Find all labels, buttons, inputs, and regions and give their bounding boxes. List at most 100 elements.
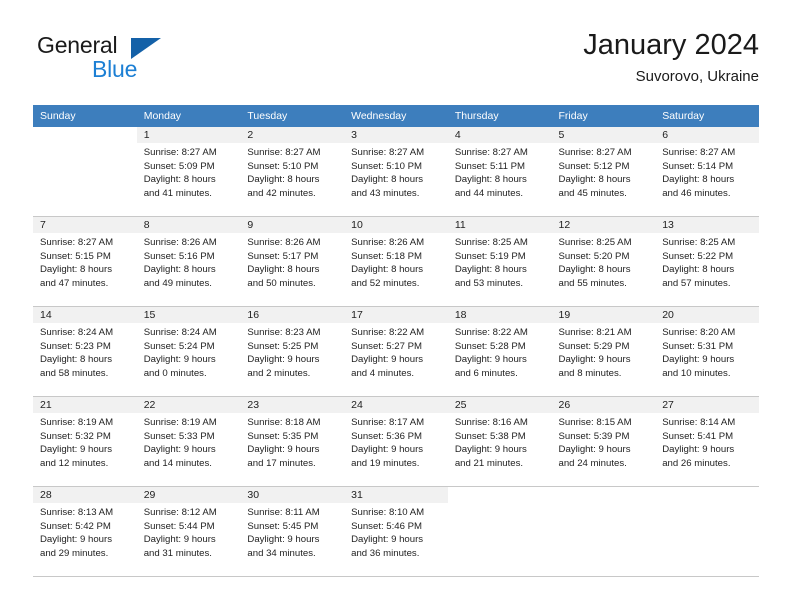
weekday-header-friday: Friday (551, 105, 656, 127)
day-details: Sunrise: 8:26 AM Sunset: 5:16 PM Daylight:… (137, 233, 241, 290)
calendar-day-cell[interactable]: 27 Sunrise: 8:14 AM Sunset: 5:41 PM Dayligh… (655, 396, 759, 487)
sunrise-text: Sunrise: 8:26 AM (351, 237, 425, 248)
day-number (552, 487, 656, 503)
weekday-header-monday: Monday (136, 105, 241, 127)
calendar-day-cell[interactable]: 29 Sunrise: 8:12 AM Sunset: 5:44 PM Dayligh… (136, 486, 241, 577)
day-number: 20 (655, 307, 759, 323)
calendar-day-cell[interactable]: 13 Sunrise: 8:25 AM Sunset: 5:22 PM Dayligh… (655, 216, 759, 307)
day-cell-inner: 6 Sunrise: 8:27 AM Sunset: 5:14 PM Daylight… (655, 127, 759, 216)
calendar-day-cell[interactable]: 15 Sunrise: 8:24 AM Sunset: 5:24 PM Dayligh… (136, 306, 241, 397)
day-number: 1 (136, 127, 241, 143)
sunset-text: Sunset: 5:42 PM (40, 520, 111, 532)
sunset-text: Sunset: 5:29 PM (558, 340, 630, 352)
day-number: 28 (33, 487, 137, 503)
sunrise-text: Sunrise: 8:27 AM (351, 147, 425, 158)
daylight-text-line1: Daylight: 8 hours (558, 264, 631, 276)
calendar-day-cell[interactable]: 6 Sunrise: 8:27 AM Sunset: 5:14 PM Daylight… (655, 127, 759, 217)
day-details: Sunrise: 8:19 AM Sunset: 5:33 PM Daylight:… (137, 413, 241, 470)
sunrise-text: Sunrise: 8:14 AM (662, 417, 736, 428)
day-number: 23 (240, 397, 345, 413)
day-cell-inner: 21 Sunrise: 8:19 AM Sunset: 5:32 PM Dayligh… (33, 397, 137, 486)
calendar-day-cell[interactable]: 16 Sunrise: 8:23 AM Sunset: 5:25 PM Dayligh… (240, 306, 345, 397)
daylight-text-line2: and 26 minutes. (662, 457, 731, 469)
day-number: 6 (655, 127, 759, 143)
sunrise-text: Sunrise: 8:27 AM (558, 147, 632, 158)
sunrise-text: Sunrise: 8:27 AM (662, 147, 736, 158)
daylight-text-line2: and 21 minutes. (454, 457, 524, 469)
calendar-day-cell[interactable]: 1 Sunrise: 8:27 AM Sunset: 5:09 PM Daylight… (136, 127, 241, 217)
sunset-text: Sunset: 5:45 PM (247, 520, 319, 532)
calendar-day-cell[interactable]: 11 Sunrise: 8:25 AM Sunset: 5:19 PM Dayligh… (447, 216, 552, 307)
calendar-day-cell[interactable]: 4 Sunrise: 8:27 AM Sunset: 5:11 PM Daylight… (447, 127, 552, 217)
calendar-day-cell[interactable]: 31 Sunrise: 8:10 AM Sunset: 5:46 PM Dayligh… (344, 486, 448, 577)
day-details: Sunrise: 8:27 AM Sunset: 5:09 PM Daylight:… (137, 143, 241, 200)
sunrise-text: Sunrise: 8:19 AM (40, 417, 114, 428)
daylight-text-line2: and 2 minutes. (247, 367, 311, 379)
day-cell-inner: 29 Sunrise: 8:12 AM Sunset: 5:44 PM Dayligh… (136, 487, 241, 576)
day-number (655, 487, 759, 503)
calendar-day-cell[interactable]: 23 Sunrise: 8:18 AM Sunset: 5:35 PM Dayligh… (240, 396, 345, 487)
daylight-text-line1: Daylight: 8 hours (247, 174, 320, 186)
weekday-header-tuesday: Tuesday (240, 105, 345, 127)
calendar-day-cell[interactable]: 25 Sunrise: 8:16 AM Sunset: 5:38 PM Dayligh… (447, 396, 552, 487)
day-cell-inner (655, 487, 759, 576)
day-cell-inner: 2 Sunrise: 8:27 AM Sunset: 5:10 PM Daylight… (240, 127, 345, 216)
general-blue-logo[interactable]: General Blue (33, 32, 233, 90)
calendar-day-cell[interactable]: 2 Sunrise: 8:27 AM Sunset: 5:10 PM Daylight… (240, 127, 345, 217)
daylight-text-line2: and 29 minutes. (40, 547, 109, 559)
daylight-text-line2: and 10 minutes. (662, 367, 731, 379)
sunrise-text: Sunrise: 8:19 AM (143, 417, 217, 428)
calendar-day-cell[interactable]: 20 Sunrise: 8:20 AM Sunset: 5:31 PM Dayligh… (655, 306, 759, 397)
day-cell-inner: 8 Sunrise: 8:26 AM Sunset: 5:16 PM Daylight… (136, 217, 241, 306)
calendar-day-cell[interactable]: 3 Sunrise: 8:27 AM Sunset: 5:10 PM Daylight… (344, 127, 448, 217)
title-block: January 2024 Suvorovo, Ukraine (583, 28, 759, 87)
day-number: 30 (240, 487, 345, 503)
calendar-day-cell[interactable]: 9 Sunrise: 8:26 AM Sunset: 5:17 PM Daylight… (240, 216, 345, 307)
calendar-day-cell[interactable]: 22 Sunrise: 8:19 AM Sunset: 5:33 PM Dayligh… (136, 396, 241, 487)
calendar-day-cell[interactable]: 19 Sunrise: 8:21 AM Sunset: 5:29 PM Dayligh… (551, 306, 656, 397)
calendar-day-cell[interactable]: 14 Sunrise: 8:24 AM Sunset: 5:23 PM Dayligh… (33, 306, 137, 397)
daylight-text-line2: and 12 minutes. (40, 457, 109, 469)
day-number (448, 487, 552, 503)
sunset-text: Sunset: 5:17 PM (247, 250, 319, 262)
sunset-text: Sunset: 5:31 PM (662, 340, 734, 352)
day-details: Sunrise: 8:22 AM Sunset: 5:28 PM Daylight:… (448, 323, 552, 380)
sunset-text: Sunset: 5:11 PM (454, 160, 526, 172)
day-number: 7 (33, 217, 137, 233)
calendar-day-cell[interactable]: 17 Sunrise: 8:22 AM Sunset: 5:27 PM Dayligh… (344, 306, 448, 397)
sunset-text: Sunset: 5:32 PM (40, 430, 111, 442)
day-number: 16 (240, 307, 345, 323)
calendar-grid: Sunday Monday Tuesday Wednesday Thursday Frid… (33, 105, 759, 577)
calendar-day-cell[interactable]: 30 Sunrise: 8:11 AM Sunset: 5:45 PM Dayligh… (240, 486, 345, 577)
calendar-week-row: 7 Sunrise: 8:27 AM Sunset: 5:15 PM Daylight… (33, 216, 759, 307)
calendar-day-cell[interactable]: 7 Sunrise: 8:27 AM Sunset: 5:15 PM Daylight… (33, 216, 137, 307)
sunset-text: Sunset: 5:38 PM (454, 430, 526, 442)
daylight-text-line1: Daylight: 8 hours (351, 264, 424, 276)
calendar-day-cell[interactable]: 10 Sunrise: 8:26 AM Sunset: 5:18 PM Dayligh… (344, 216, 448, 307)
daylight-text-line1: Daylight: 8 hours (351, 174, 424, 186)
day-number: 19 (551, 307, 656, 323)
calendar-day-cell[interactable]: 12 Sunrise: 8:25 AM Sunset: 5:20 PM Dayligh… (551, 216, 656, 307)
day-number: 12 (551, 217, 656, 233)
sunrise-text: Sunrise: 8:26 AM (247, 237, 321, 248)
calendar-page: General Blue January 2024 Suvorovo, Ukra… (0, 0, 792, 612)
day-details: Sunrise: 8:13 AM Sunset: 5:42 PM Daylight:… (33, 503, 137, 560)
calendar-day-cell[interactable]: 18 Sunrise: 8:22 AM Sunset: 5:28 PM Dayligh… (447, 306, 552, 397)
daylight-text-line1: Daylight: 9 hours (143, 534, 216, 546)
calendar-day-cell[interactable]: 26 Sunrise: 8:15 AM Sunset: 5:39 PM Dayligh… (551, 396, 656, 487)
daylight-text-line2: and 34 minutes. (247, 547, 316, 559)
calendar-day-cell-empty (33, 127, 137, 217)
daylight-text-line1: Daylight: 9 hours (454, 354, 527, 366)
day-details: Sunrise: 8:25 AM Sunset: 5:19 PM Daylight:… (448, 233, 552, 290)
day-number: 13 (655, 217, 759, 233)
calendar-day-cell[interactable]: 5 Sunrise: 8:27 AM Sunset: 5:12 PM Daylight… (551, 127, 656, 217)
day-cell-inner (448, 487, 552, 576)
daylight-text-line2: and 24 minutes. (558, 457, 627, 469)
sunrise-text: Sunrise: 8:16 AM (454, 417, 528, 428)
calendar-day-cell[interactable]: 24 Sunrise: 8:17 AM Sunset: 5:36 PM Dayligh… (344, 396, 448, 487)
calendar-day-cell[interactable]: 8 Sunrise: 8:26 AM Sunset: 5:16 PM Daylight… (136, 216, 241, 307)
daylight-text-line2: and 31 minutes. (143, 547, 212, 559)
day-number: 31 (344, 487, 448, 503)
calendar-day-cell[interactable]: 28 Sunrise: 8:13 AM Sunset: 5:42 PM Dayligh… (33, 486, 137, 577)
calendar-day-cell[interactable]: 21 Sunrise: 8:19 AM Sunset: 5:32 PM Dayligh… (33, 396, 137, 487)
